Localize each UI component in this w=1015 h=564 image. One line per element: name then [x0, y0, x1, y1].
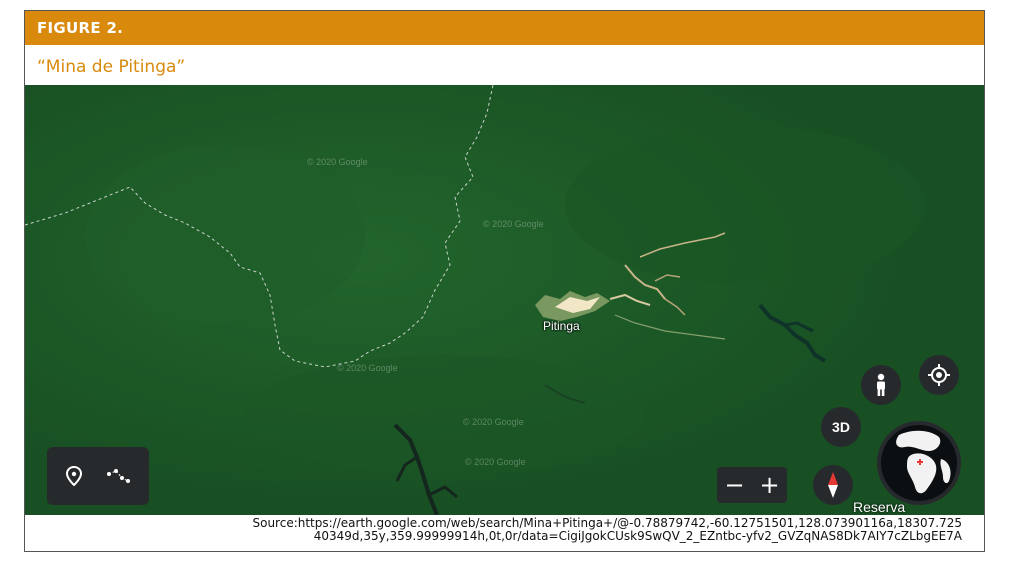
compass-button[interactable] [813, 465, 853, 505]
compass-icon [828, 472, 838, 498]
satellite-imagery [25, 85, 984, 515]
figure-header-bar: FIGURE 2. [25, 11, 984, 45]
figure-title: “Mina de Pitinga” [37, 57, 186, 77]
zoom-controls: − + [717, 467, 787, 503]
toggle-3d-button[interactable]: 3D [821, 407, 861, 447]
my-location-icon [928, 364, 950, 386]
map-pin-icon [65, 466, 83, 486]
my-location-button[interactable] [919, 355, 959, 395]
draw-path-button[interactable] [105, 463, 131, 489]
place-label-pitinga[interactable]: Pitinga [543, 319, 580, 333]
source-line-2: 40349d,35y,359.99999914h,0t,0r/data=Cigi… [313, 529, 962, 543]
drawing-tools-panel [47, 447, 149, 505]
globe-overview-button[interactable] [877, 421, 961, 505]
satellite-map[interactable]: © 2020 Google © 2020 Google © 2020 Googl… [25, 85, 984, 515]
figure-frame: FIGURE 2. “Mina de Pitinga” © 2020 Googl… [24, 10, 985, 552]
zoom-out-button[interactable]: − [717, 467, 752, 503]
zoom-in-button[interactable]: + [752, 467, 787, 503]
map-watermark: © 2020 Google [463, 417, 524, 427]
add-placemark-button[interactable] [61, 463, 87, 489]
map-watermark: © 2020 Google [337, 363, 398, 373]
figure-label: FIGURE 2. [37, 19, 124, 37]
source-citation: Source:https://earth.google.com/web/sear… [62, 517, 962, 543]
street-view-button[interactable] [861, 365, 901, 405]
map-watermark: © 2020 Google [307, 157, 368, 167]
map-watermark: © 2020 Google [465, 457, 526, 467]
line-path-icon [107, 469, 130, 483]
map-watermark: © 2020 Google [483, 219, 544, 229]
globe-icon [881, 425, 957, 501]
pegman-icon [877, 373, 885, 396]
